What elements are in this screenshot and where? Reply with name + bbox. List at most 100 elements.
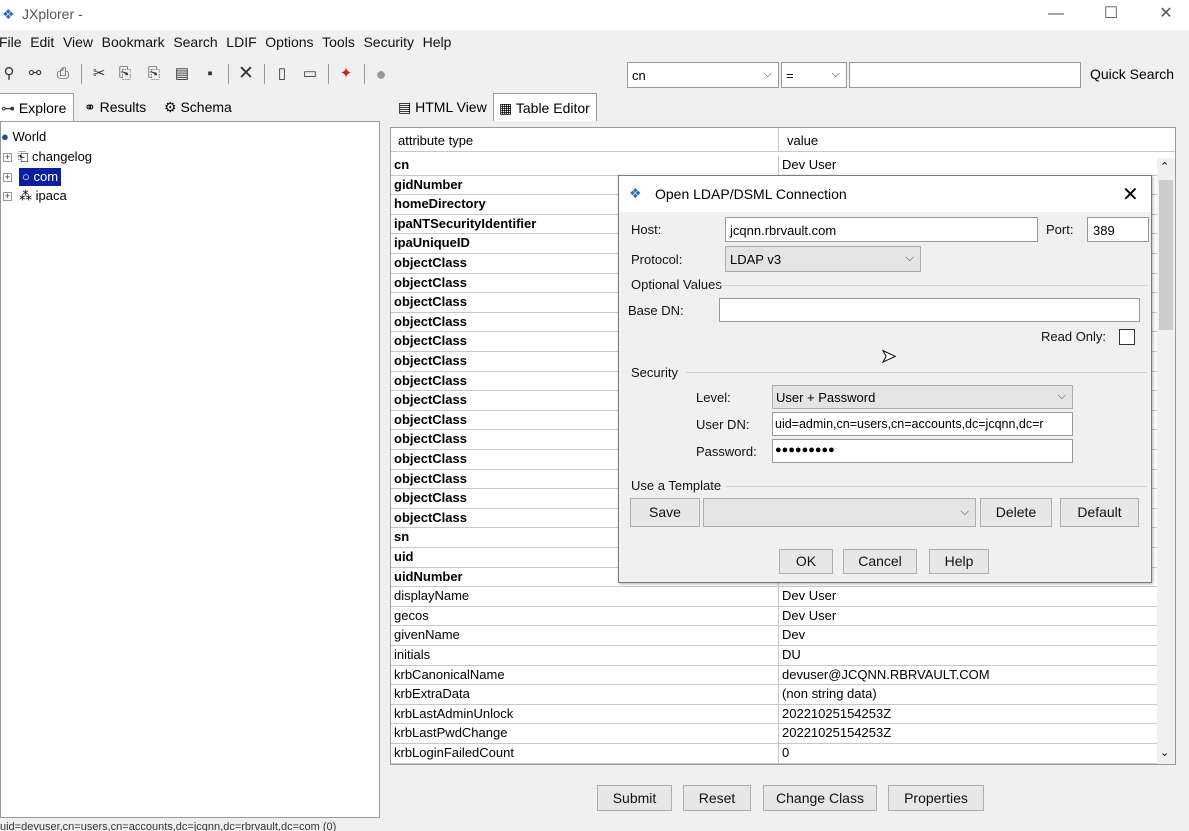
table-row[interactable]: krbLastAdminUnlock 20221025154253Z bbox=[391, 704, 1171, 725]
change-class-button[interactable]: Change Class bbox=[763, 785, 877, 811]
attribute-type-cell: objectClass bbox=[394, 313, 467, 329]
chevron-down-icon: ⌵ bbox=[763, 68, 772, 80]
table-row[interactable]: cn Dev User bbox=[391, 156, 1171, 176]
connection-dialog: ❖ Open LDAP/DSML Connection ✕ Host: jcqn… bbox=[618, 175, 1152, 583]
attribute-type-cell: uid bbox=[394, 549, 414, 564]
table-scrollbar[interactable]: ⌃ ⌄ bbox=[1157, 158, 1175, 764]
tab-table-editor[interactable]: ▦ Table Editor bbox=[493, 93, 597, 121]
tree-item-ipaca[interactable]: ⁂ ipaca bbox=[19, 187, 67, 205]
copy-icon[interactable]: ⎘ bbox=[114, 63, 136, 85]
table-row[interactable]: initials DU bbox=[391, 646, 1171, 666]
password-input[interactable]: ●●●●●●●●● bbox=[772, 439, 1073, 463]
changelog-icon: ⎗ bbox=[18, 149, 29, 164]
delete-icon[interactable]: ✕ bbox=[235, 63, 257, 85]
tab-explore[interactable]: ⊶ Explore bbox=[0, 93, 74, 121]
value-cell[interactable]: Dev bbox=[782, 627, 805, 642]
search-value-input[interactable] bbox=[849, 62, 1081, 88]
ok-button[interactable]: OK bbox=[779, 549, 833, 574]
properties-button[interactable]: Properties bbox=[888, 785, 984, 811]
save-template-button[interactable]: Save bbox=[630, 498, 700, 527]
port-label: Port: bbox=[1046, 222, 1074, 237]
value-cell[interactable]: devuser@JCQNN.RBRVAULT.COM bbox=[782, 667, 990, 682]
protocol-select[interactable]: LDAP v3 ⌵ bbox=[725, 246, 921, 272]
refresh-icon[interactable]: ✦ bbox=[335, 63, 357, 85]
port-input[interactable]: 389 bbox=[1087, 217, 1149, 242]
value-cell[interactable]: Dev User bbox=[782, 608, 836, 623]
value-cell[interactable]: 20221025154253Z bbox=[782, 706, 891, 721]
chevron-down-icon: ⌵ bbox=[1057, 390, 1066, 402]
search-operator-select[interactable]: = ⌵ bbox=[781, 62, 847, 88]
menu-search[interactable]: Search bbox=[173, 34, 217, 50]
security-level-select[interactable]: User + Password ⌵ bbox=[772, 385, 1073, 409]
table-row[interactable]: displayName Dev User bbox=[391, 587, 1171, 607]
dialog-title-bar: ❖ Open LDAP/DSML Connection ✕ bbox=[619, 176, 1151, 212]
paste-alias-icon[interactable]: ▪ bbox=[199, 63, 221, 85]
menu-edit[interactable]: Edit bbox=[30, 34, 54, 50]
close-dialog-icon[interactable]: ✕ bbox=[1122, 182, 1139, 207]
tree-icon: ⊶ bbox=[1, 100, 15, 116]
submit-button[interactable]: Submit bbox=[597, 785, 672, 811]
connect-icon[interactable]: ⚲ bbox=[0, 63, 20, 85]
maximize-button[interactable]: ☐ bbox=[1088, 0, 1134, 30]
tab-html-view[interactable]: ▤ HTML View bbox=[398, 93, 490, 121]
password-label: Password: bbox=[696, 444, 757, 459]
table-row[interactable]: krbLastPwdChange 20221025154253Z bbox=[391, 724, 1171, 744]
reset-button[interactable]: Reset bbox=[683, 785, 751, 811]
quick-search-button[interactable]: Quick Search bbox=[1090, 66, 1174, 82]
expand-icon[interactable]: + bbox=[3, 173, 12, 182]
scroll-down-icon[interactable]: ⌄ bbox=[1160, 746, 1169, 759]
scroll-thumb[interactable] bbox=[1159, 180, 1173, 330]
cancel-button[interactable]: Cancel bbox=[843, 549, 917, 574]
tree-root[interactable]: ● World bbox=[1, 128, 46, 146]
template-select[interactable]: ⌵ bbox=[703, 498, 976, 527]
tree-item-com[interactable]: ○ com bbox=[19, 168, 62, 186]
menu-tools[interactable]: Tools bbox=[322, 34, 355, 50]
minimize-button[interactable]: — bbox=[1033, 0, 1079, 30]
paste-icon[interactable]: ▤ bbox=[171, 63, 193, 85]
new-entry-icon[interactable]: ▯ bbox=[271, 63, 293, 85]
rename-icon[interactable]: ▭ bbox=[299, 63, 321, 85]
search-attribute-select[interactable]: cn ⌵ bbox=[627, 62, 779, 88]
host-input[interactable]: jcqnn.rbrvault.com bbox=[725, 217, 1038, 242]
value-cell[interactable]: Dev User bbox=[782, 157, 836, 172]
expand-icon[interactable]: + bbox=[3, 153, 12, 162]
default-template-button[interactable]: Default bbox=[1060, 498, 1139, 527]
value-cell[interactable]: 20221025154253Z bbox=[782, 725, 891, 740]
value-cell[interactable]: 0 bbox=[782, 745, 789, 760]
attribute-type-cell: homeDirectory bbox=[394, 196, 486, 212]
table-row[interactable]: krbCanonicalName devuser@JCQNN.RBRVAULT.C… bbox=[391, 665, 1171, 686]
cut-icon[interactable]: ✂ bbox=[88, 63, 110, 85]
print-icon[interactable]: ⎙ bbox=[52, 63, 74, 85]
menu-file[interactable]: File bbox=[0, 34, 22, 50]
base-dn-input[interactable] bbox=[719, 298, 1140, 322]
table-row[interactable]: gecos Dev User bbox=[391, 606, 1171, 627]
stop-icon[interactable]: ● bbox=[370, 63, 392, 85]
tree-item-changelog[interactable]: ⎗ changelog bbox=[18, 148, 92, 166]
tab-results[interactable]: ⚭ Results bbox=[84, 93, 156, 121]
value-cell[interactable]: Dev User bbox=[782, 588, 836, 603]
help-button[interactable]: Help bbox=[929, 549, 989, 574]
user-dn-input[interactable]: uid=admin,cn=users,cn=accounts,dc=jcqnn,… bbox=[772, 412, 1073, 436]
disconnect-icon[interactable]: ⚯ bbox=[24, 63, 46, 85]
menu-options[interactable]: Options bbox=[265, 34, 313, 50]
copy-dn-icon[interactable]: ⎘ bbox=[143, 63, 165, 85]
attribute-type-cell: cn bbox=[394, 157, 410, 172]
menu-ldif[interactable]: LDIF bbox=[226, 34, 256, 50]
value-cell[interactable]: (non string data) bbox=[782, 686, 877, 701]
menu-security[interactable]: Security bbox=[363, 34, 414, 50]
table-row[interactable]: krbLoginFailedCount 0 bbox=[391, 744, 1171, 764]
menu-help[interactable]: Help bbox=[423, 34, 452, 50]
close-window-button[interactable]: ✕ bbox=[1143, 0, 1189, 30]
tab-schema[interactable]: ⚙ Schema bbox=[164, 93, 240, 121]
expand-icon[interactable]: + bbox=[3, 192, 12, 201]
scroll-up-icon[interactable]: ⌃ bbox=[1160, 160, 1169, 173]
table-row[interactable]: givenName Dev bbox=[391, 626, 1171, 646]
globe-icon: ● bbox=[1, 129, 9, 144]
table-row[interactable]: krbExtraData (non string data) bbox=[391, 685, 1171, 705]
delete-template-button[interactable]: Delete bbox=[980, 498, 1052, 527]
menu-view[interactable]: View bbox=[63, 34, 93, 50]
attribute-type-cell: krbLastAdminUnlock bbox=[394, 705, 514, 721]
menu-bookmark[interactable]: Bookmark bbox=[102, 34, 165, 50]
value-cell[interactable]: DU bbox=[782, 647, 801, 662]
read-only-checkbox[interactable] bbox=[1119, 329, 1135, 345]
